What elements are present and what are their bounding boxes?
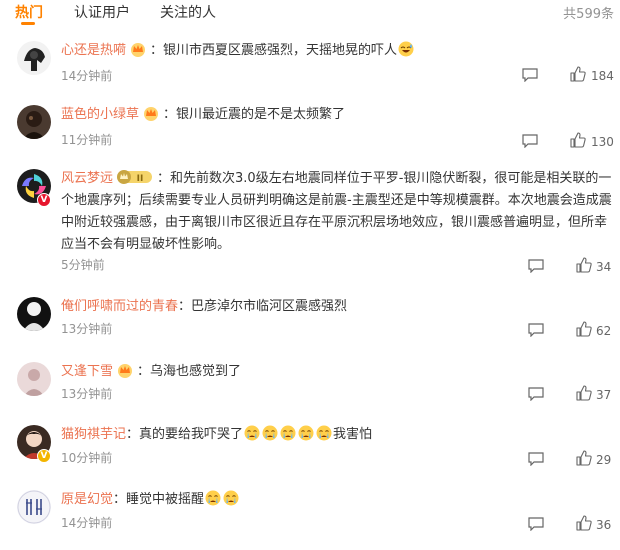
reply-icon[interactable] [528, 323, 544, 337]
comment-tabs: 热门 认证用户 关注的人 共599条 [0, 0, 620, 26]
comment-content: 蓝色的小绿草 ：银川最近震的是不是太频繁了 [61, 104, 615, 126]
comment-content: 俺们呼啸而过的青春：巴彦淖尔市临河区震感强烈 [61, 296, 615, 318]
comment-time: 5分钟前 [61, 258, 105, 272]
reply-icon[interactable] [528, 452, 544, 466]
crying-emoji [244, 425, 260, 441]
avatar[interactable] [17, 105, 51, 139]
verified-badge-icon: V [37, 193, 51, 207]
comment-time: 14分钟前 [61, 516, 113, 530]
like-count: 29 [596, 453, 612, 467]
avatar[interactable] [17, 41, 51, 75]
like-count: 37 [596, 388, 612, 402]
tab-following[interactable]: 关注的人 [160, 2, 216, 22]
username[interactable]: 蓝色的小绿草 [61, 107, 139, 122]
comment-text: ：银川市西夏区震感强烈，天摇地晃的吓人 [150, 43, 398, 58]
level-badge-icon: II [117, 170, 153, 184]
comment-content: 心还是热嗬 ：银川市西夏区震感强烈，天摇地晃的吓人 [61, 40, 615, 62]
like-icon[interactable] [576, 257, 592, 273]
username[interactable]: 俺们呼啸而过的青春 [61, 299, 178, 314]
like-icon[interactable] [570, 132, 586, 148]
crying-emoji [223, 490, 239, 506]
avatar[interactable] [17, 490, 51, 524]
tab-verified-users[interactable]: 认证用户 [74, 2, 130, 22]
verified-badge-icon: V [37, 449, 51, 463]
like-icon[interactable] [576, 515, 592, 531]
like-icon[interactable] [576, 385, 592, 401]
like-count: 130 [591, 135, 614, 149]
comment-time: 13分钟前 [61, 387, 113, 401]
username[interactable]: 又逢下雪 [61, 364, 113, 379]
reply-icon[interactable] [528, 259, 544, 273]
comment-text: ：真的要给我吓哭了 [126, 427, 244, 442]
level-badge-text: II [137, 174, 144, 184]
crown-icon [131, 43, 146, 57]
comment-text: ：睡觉中被摇醒 [113, 492, 205, 507]
like-count: 36 [596, 518, 612, 532]
username[interactable]: 原是幻觉 [61, 492, 113, 507]
comment-content: 原是幻觉：睡觉中被摇醒 [61, 489, 615, 511]
crown-icon [118, 364, 133, 378]
sweat-laugh-emoji [398, 41, 414, 57]
comment-text: ：巴彦淖尔市临河区震感强烈 [178, 299, 348, 314]
comment-text-tail: 我害怕 [333, 427, 373, 442]
like-count: 62 [596, 324, 612, 338]
avatar[interactable] [17, 362, 51, 396]
reply-icon[interactable] [528, 517, 544, 531]
comment-content: 又逢下雪 ：乌海也感觉到了 [61, 361, 615, 383]
reply-icon[interactable] [522, 134, 538, 148]
like-icon[interactable] [576, 321, 592, 337]
username[interactable]: 心还是热嗬 [61, 43, 126, 58]
like-icon[interactable] [576, 450, 592, 466]
username[interactable]: 猫狗祺芋记 [61, 427, 126, 442]
like-count: 34 [596, 260, 612, 274]
comment-time: 10分钟前 [61, 451, 113, 465]
tab-active-indicator [21, 22, 35, 25]
comment-time: 11分钟前 [61, 133, 113, 147]
like-count: 184 [591, 69, 614, 83]
avatar[interactable] [17, 297, 51, 331]
crying-emoji [316, 425, 332, 441]
crying-emoji [205, 490, 221, 506]
comment-text: ：乌海也感觉到了 [137, 364, 242, 379]
comment-total-count: 共599条 [563, 7, 614, 22]
comment-time: 14分钟前 [61, 69, 113, 83]
crying-emoji [280, 425, 296, 441]
tab-hot[interactable]: 热门 [15, 2, 43, 22]
crown-icon [144, 107, 159, 121]
username[interactable]: 风云梦远 [61, 171, 113, 186]
comment-content: 风云梦远 II ：和先前数次3.0级左右地震同样位于平罗-银川隐伏断裂，很可能是相关… [61, 168, 615, 256]
crying-emoji [298, 425, 314, 441]
reply-icon[interactable] [528, 387, 544, 401]
crying-emoji [262, 425, 278, 441]
reply-icon[interactable] [522, 68, 538, 82]
like-icon[interactable] [570, 66, 586, 82]
comment-time: 13分钟前 [61, 322, 113, 336]
comment-content: 猫狗祺芋记：真的要给我吓哭了 我害怕 [61, 424, 615, 446]
comment-text: ：银川最近震的是不是太频繁了 [163, 107, 346, 122]
